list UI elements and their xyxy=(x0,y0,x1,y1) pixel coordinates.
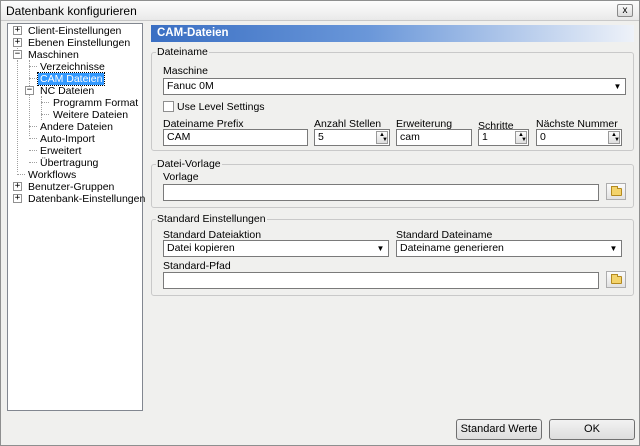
folder-icon xyxy=(611,274,622,284)
expand-icon[interactable]: + xyxy=(13,38,22,47)
group-title: Standard Einstellungen xyxy=(156,213,267,225)
expand-icon[interactable]: + xyxy=(13,194,22,203)
tree-item-weitere-dateien[interactable]: Weitere Dateien xyxy=(51,109,130,121)
tree-item-auto-import[interactable]: Auto-Import xyxy=(38,133,97,145)
close-icon[interactable]: x xyxy=(617,4,633,17)
std-dateiname-value: Dateiname generieren xyxy=(400,242,504,254)
tree-item-label: NC Dateien xyxy=(40,85,95,97)
tree-item-label: Andere Dateien xyxy=(40,121,113,133)
use-level-label: Use Level Settings xyxy=(177,101,265,113)
vorlage-group: Datei-Vorlage Vorlage xyxy=(151,158,634,208)
maschine-select[interactable]: Fanuc 0M ▼ xyxy=(163,78,626,95)
tree-item-label: Maschinen xyxy=(28,49,79,61)
group-title: Datei-Vorlage xyxy=(156,158,222,170)
ok-button[interactable]: OK xyxy=(549,419,635,440)
standard-werte-button[interactable]: Standard Werte xyxy=(456,419,542,440)
standard-group: Standard Einstellungen Standard Dateiakt… xyxy=(151,213,634,296)
aktion-value: Datei kopieren xyxy=(167,242,235,254)
chevron-down-icon[interactable]: ▼ xyxy=(607,242,620,255)
use-level-checkbox[interactable] xyxy=(163,101,174,112)
folder-icon xyxy=(611,186,622,196)
vorlage-input[interactable] xyxy=(163,184,599,201)
expand-icon[interactable]: + xyxy=(13,182,22,191)
tree-item-cam-dateien[interactable]: CAM Dateien xyxy=(36,72,106,86)
pfad-input[interactable] xyxy=(163,272,599,289)
vorlage-label: Vorlage xyxy=(163,171,199,183)
tree-item-label: Workflows xyxy=(28,169,77,181)
pfad-browse-button[interactable] xyxy=(606,271,626,288)
tree-item-label: Erweitert xyxy=(40,145,82,157)
spin-icon[interactable]: ▲ ▼ xyxy=(608,131,620,144)
collapse-icon[interactable]: − xyxy=(13,50,22,59)
schritte-stepper[interactable]: 1 ▲ ▼ xyxy=(478,129,529,146)
panel-title: CAM-Dateien xyxy=(151,25,634,42)
tree-item-erweitert[interactable]: Erweitert xyxy=(38,145,83,157)
naechste-value: 0 xyxy=(540,131,546,143)
spin-icon[interactable]: ▲ ▼ xyxy=(515,131,527,144)
tree-item-label: Benutzer-Gruppen xyxy=(28,181,115,193)
tree-item-label: CAM Dateien xyxy=(36,72,106,86)
collapse-icon[interactable]: − xyxy=(25,86,34,95)
vorlage-browse-button[interactable] xyxy=(606,183,626,200)
chevron-down-icon[interactable]: ▼ xyxy=(611,80,624,93)
expand-icon[interactable]: + xyxy=(13,26,22,35)
tree-item-label: Auto-Import xyxy=(40,133,95,145)
tree-item-label: Programm Format xyxy=(53,97,139,109)
tree-item-verzeichnisse[interactable]: Verzeichnisse xyxy=(38,61,107,73)
tree-item-label: Weitere Dateien xyxy=(53,109,129,121)
config-dialog: Datenbank konfigurieren x + Client-Einst… xyxy=(0,0,640,446)
tree-item-uebertragung[interactable]: Übertragung xyxy=(38,157,100,169)
anzahl-value: 5 xyxy=(318,131,324,143)
navigation-tree: + Client-Einstellungen + Ebenen Einstell… xyxy=(7,23,145,411)
title-bar: Datenbank konfigurieren x xyxy=(1,1,639,21)
tree-item-label: Übertragung xyxy=(40,157,99,169)
window-title: Datenbank konfigurieren xyxy=(6,4,137,18)
schritte-value: 1 xyxy=(482,131,488,143)
maschine-label: Maschine xyxy=(163,65,208,77)
spin-icon[interactable]: ▲ ▼ xyxy=(376,131,388,144)
maschine-value: Fanuc 0M xyxy=(167,80,214,92)
group-title: Dateiname xyxy=(156,46,209,58)
tree-item-programm-format[interactable]: Programm Format xyxy=(51,97,140,109)
erweiterung-input[interactable]: cam xyxy=(396,129,472,146)
anzahl-stepper[interactable]: 5 ▲ ▼ xyxy=(314,129,390,146)
tree-item-andere-dateien[interactable]: Andere Dateien xyxy=(38,121,115,133)
chevron-down-icon[interactable]: ▼ xyxy=(374,242,387,255)
tree-item-workflows[interactable]: Workflows xyxy=(26,169,78,181)
prefix-input[interactable]: CAM xyxy=(163,129,308,146)
aktion-select[interactable]: Datei kopieren ▼ xyxy=(163,240,389,257)
tree-item-label: Datenbank-Einstellungen xyxy=(28,193,146,205)
naechste-stepper[interactable]: 0 ▲ ▼ xyxy=(536,129,622,146)
dateiname-group: Dateiname Maschine Fanuc 0M ▼ Use Level … xyxy=(151,46,634,151)
tree-item-label: Ebenen Einstellungen xyxy=(28,37,131,49)
pfad-label: Standard-Pfad xyxy=(163,260,231,272)
tree-item-label: Verzeichnisse xyxy=(40,61,105,73)
std-dateiname-select[interactable]: Dateiname generieren ▼ xyxy=(396,240,622,257)
tree-item-label: Client-Einstellungen xyxy=(28,25,122,37)
